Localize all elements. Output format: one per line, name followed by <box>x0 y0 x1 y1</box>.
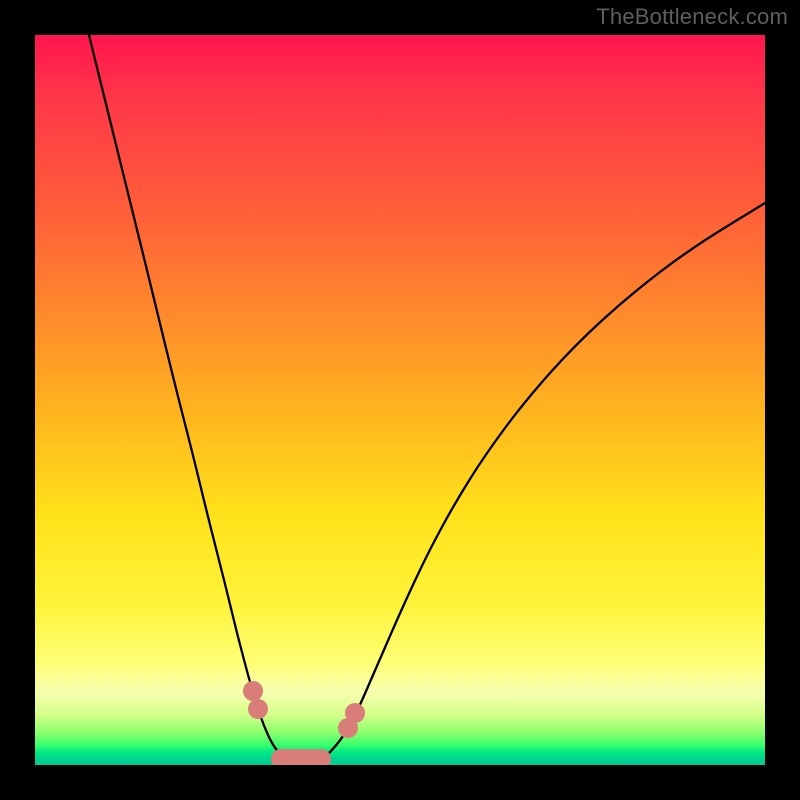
curve-svg <box>35 35 765 765</box>
bead <box>248 699 268 719</box>
bottom-bead-bar <box>271 749 331 765</box>
data-beads <box>243 681 365 765</box>
watermark-text: TheBottleneck.com <box>596 4 788 30</box>
bead <box>345 703 365 723</box>
v-curve <box>89 35 765 763</box>
chart-frame: TheBottleneck.com <box>0 0 800 800</box>
bead <box>243 681 263 701</box>
plot-area <box>35 35 765 765</box>
